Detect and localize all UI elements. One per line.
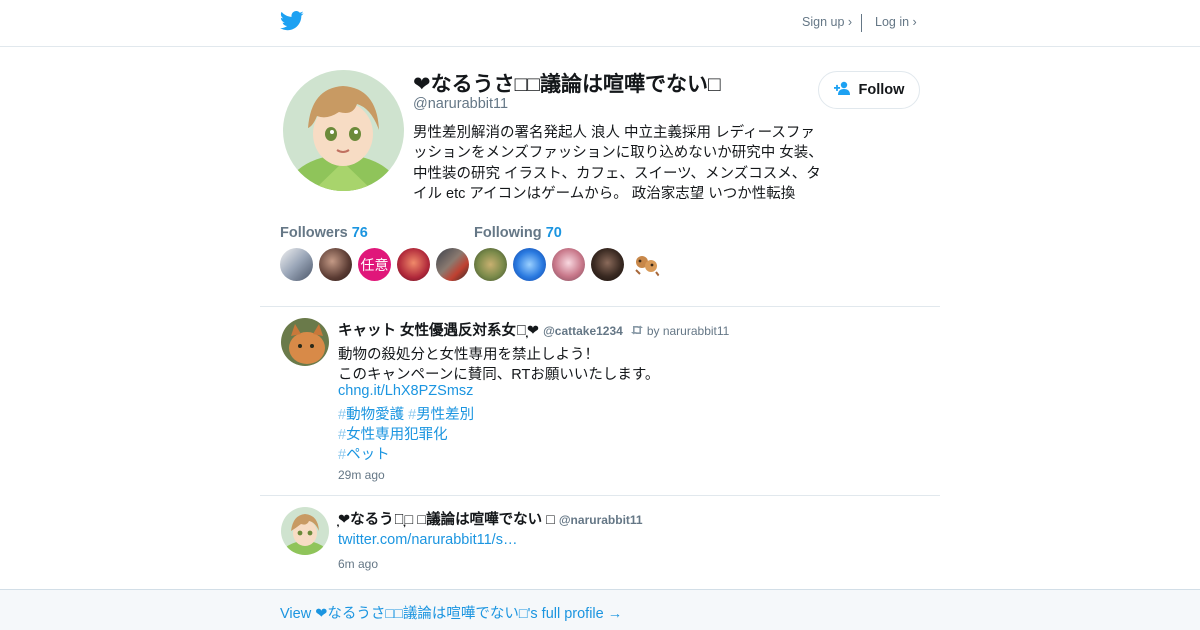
add-user-icon: [833, 81, 851, 99]
tweet-link[interactable]: chng.it/LhX8PZSmsz: [338, 383, 473, 399]
following-count: 70: [545, 225, 562, 241]
following-avatar[interactable]: [591, 248, 624, 281]
profile-avatar[interactable]: [283, 70, 404, 191]
follower-avatar[interactable]: [397, 248, 430, 281]
tweet-separator: [260, 495, 940, 496]
following-avatar[interactable]: [552, 248, 585, 281]
retweet-by: by narurabbit11: [646, 324, 730, 338]
follow-button[interactable]: Follow: [818, 71, 920, 109]
profile-name: ❤なるうさ□□議論は喧嘩でない□: [413, 73, 721, 96]
tweet-author-name[interactable]: キャット 女性優遇反対系女子̦❤: [338, 319, 539, 340]
follower-avatar[interactable]: [436, 248, 469, 281]
followers-stat[interactable]: Followers 76: [280, 225, 368, 241]
following-stat[interactable]: Following 70: [474, 225, 562, 241]
tweet-author-avatar[interactable]: [281, 318, 329, 366]
follower-avatar[interactable]: [319, 248, 352, 281]
tweet-header: ̦❤なるうさ̦□ □議論は喧嘩でない □ @narurabbit11: [338, 508, 643, 529]
tweet-author-handle[interactable]: @narurabbit11: [559, 513, 643, 527]
follower-avatar[interactable]: [280, 248, 313, 281]
following-avatar[interactable]: [630, 248, 663, 281]
follow-button-label: Follow: [858, 82, 905, 98]
profile-handle: @narurabbit11: [413, 96, 509, 112]
followers-count: 76: [351, 225, 368, 241]
following-avatar[interactable]: [474, 248, 507, 281]
view-full-profile-link[interactable]: View ❤なるうさ□□議論は喧嘩でない□'s full profile →: [280, 602, 622, 623]
hashtag[interactable]: #男性差別: [408, 407, 474, 423]
tweet-separator: [260, 306, 940, 307]
tweet-author-name[interactable]: ̦❤なるうさ̦□ □議論は喧嘩でない □: [338, 508, 555, 529]
hashtag[interactable]: #ペット: [338, 447, 390, 463]
followers-label: Followers: [280, 225, 348, 241]
following-label: Following: [474, 225, 542, 241]
profile-bio: 男性差別解消の署名発起人 浪人 中立主義採用 レディースファッションをメンズファ…: [413, 125, 823, 202]
follower-avatar-list: 任意: [280, 248, 469, 281]
login-link[interactable]: Log in ›: [875, 15, 917, 29]
tweet-author-handle[interactable]: @cattake1234: [543, 324, 623, 338]
footer-bar: View ❤なるうさ□□議論は喧嘩でない□'s full profile →: [0, 589, 1200, 630]
header-divider: [861, 14, 862, 32]
tweet-text-line: 動物の殺処分と女性専用を禁止しよう！: [338, 347, 599, 363]
tweet-link[interactable]: twitter.com/narurabbit11/s…: [338, 532, 517, 548]
hashtag[interactable]: #動物愛護: [338, 407, 404, 423]
tweet-header: キャット 女性優遇反対系女子̦❤ @cattake1234 by narurab…: [338, 319, 729, 340]
hashtag-row: #ペット: [338, 443, 390, 464]
twitter-bird-icon[interactable]: [279, 11, 304, 33]
following-avatar[interactable]: [513, 248, 546, 281]
retweet-note: by narurabbit11: [630, 324, 730, 338]
tweet-text-line: このキャンペーンに賛同、RTお願いいたします。: [338, 367, 660, 383]
hashtag-row: #動物愛護 #男性差別: [338, 403, 474, 424]
signup-link[interactable]: Sign up ›: [802, 15, 852, 29]
tweet-author-avatar[interactable]: [281, 507, 329, 555]
tweet-timestamp[interactable]: 29m ago: [338, 468, 385, 482]
follower-avatar-text: 任意: [360, 257, 389, 274]
hashtag[interactable]: #女性専用犯罪化: [338, 427, 448, 443]
hashtag-row: #女性専用犯罪化: [338, 423, 448, 444]
top-bar: Sign up › Log in ›: [0, 0, 1200, 47]
tweet-timestamp[interactable]: 6m ago: [338, 557, 378, 571]
retweet-icon: [630, 324, 643, 338]
follower-avatar[interactable]: 任意: [358, 248, 391, 281]
following-avatar-list: [474, 248, 663, 281]
